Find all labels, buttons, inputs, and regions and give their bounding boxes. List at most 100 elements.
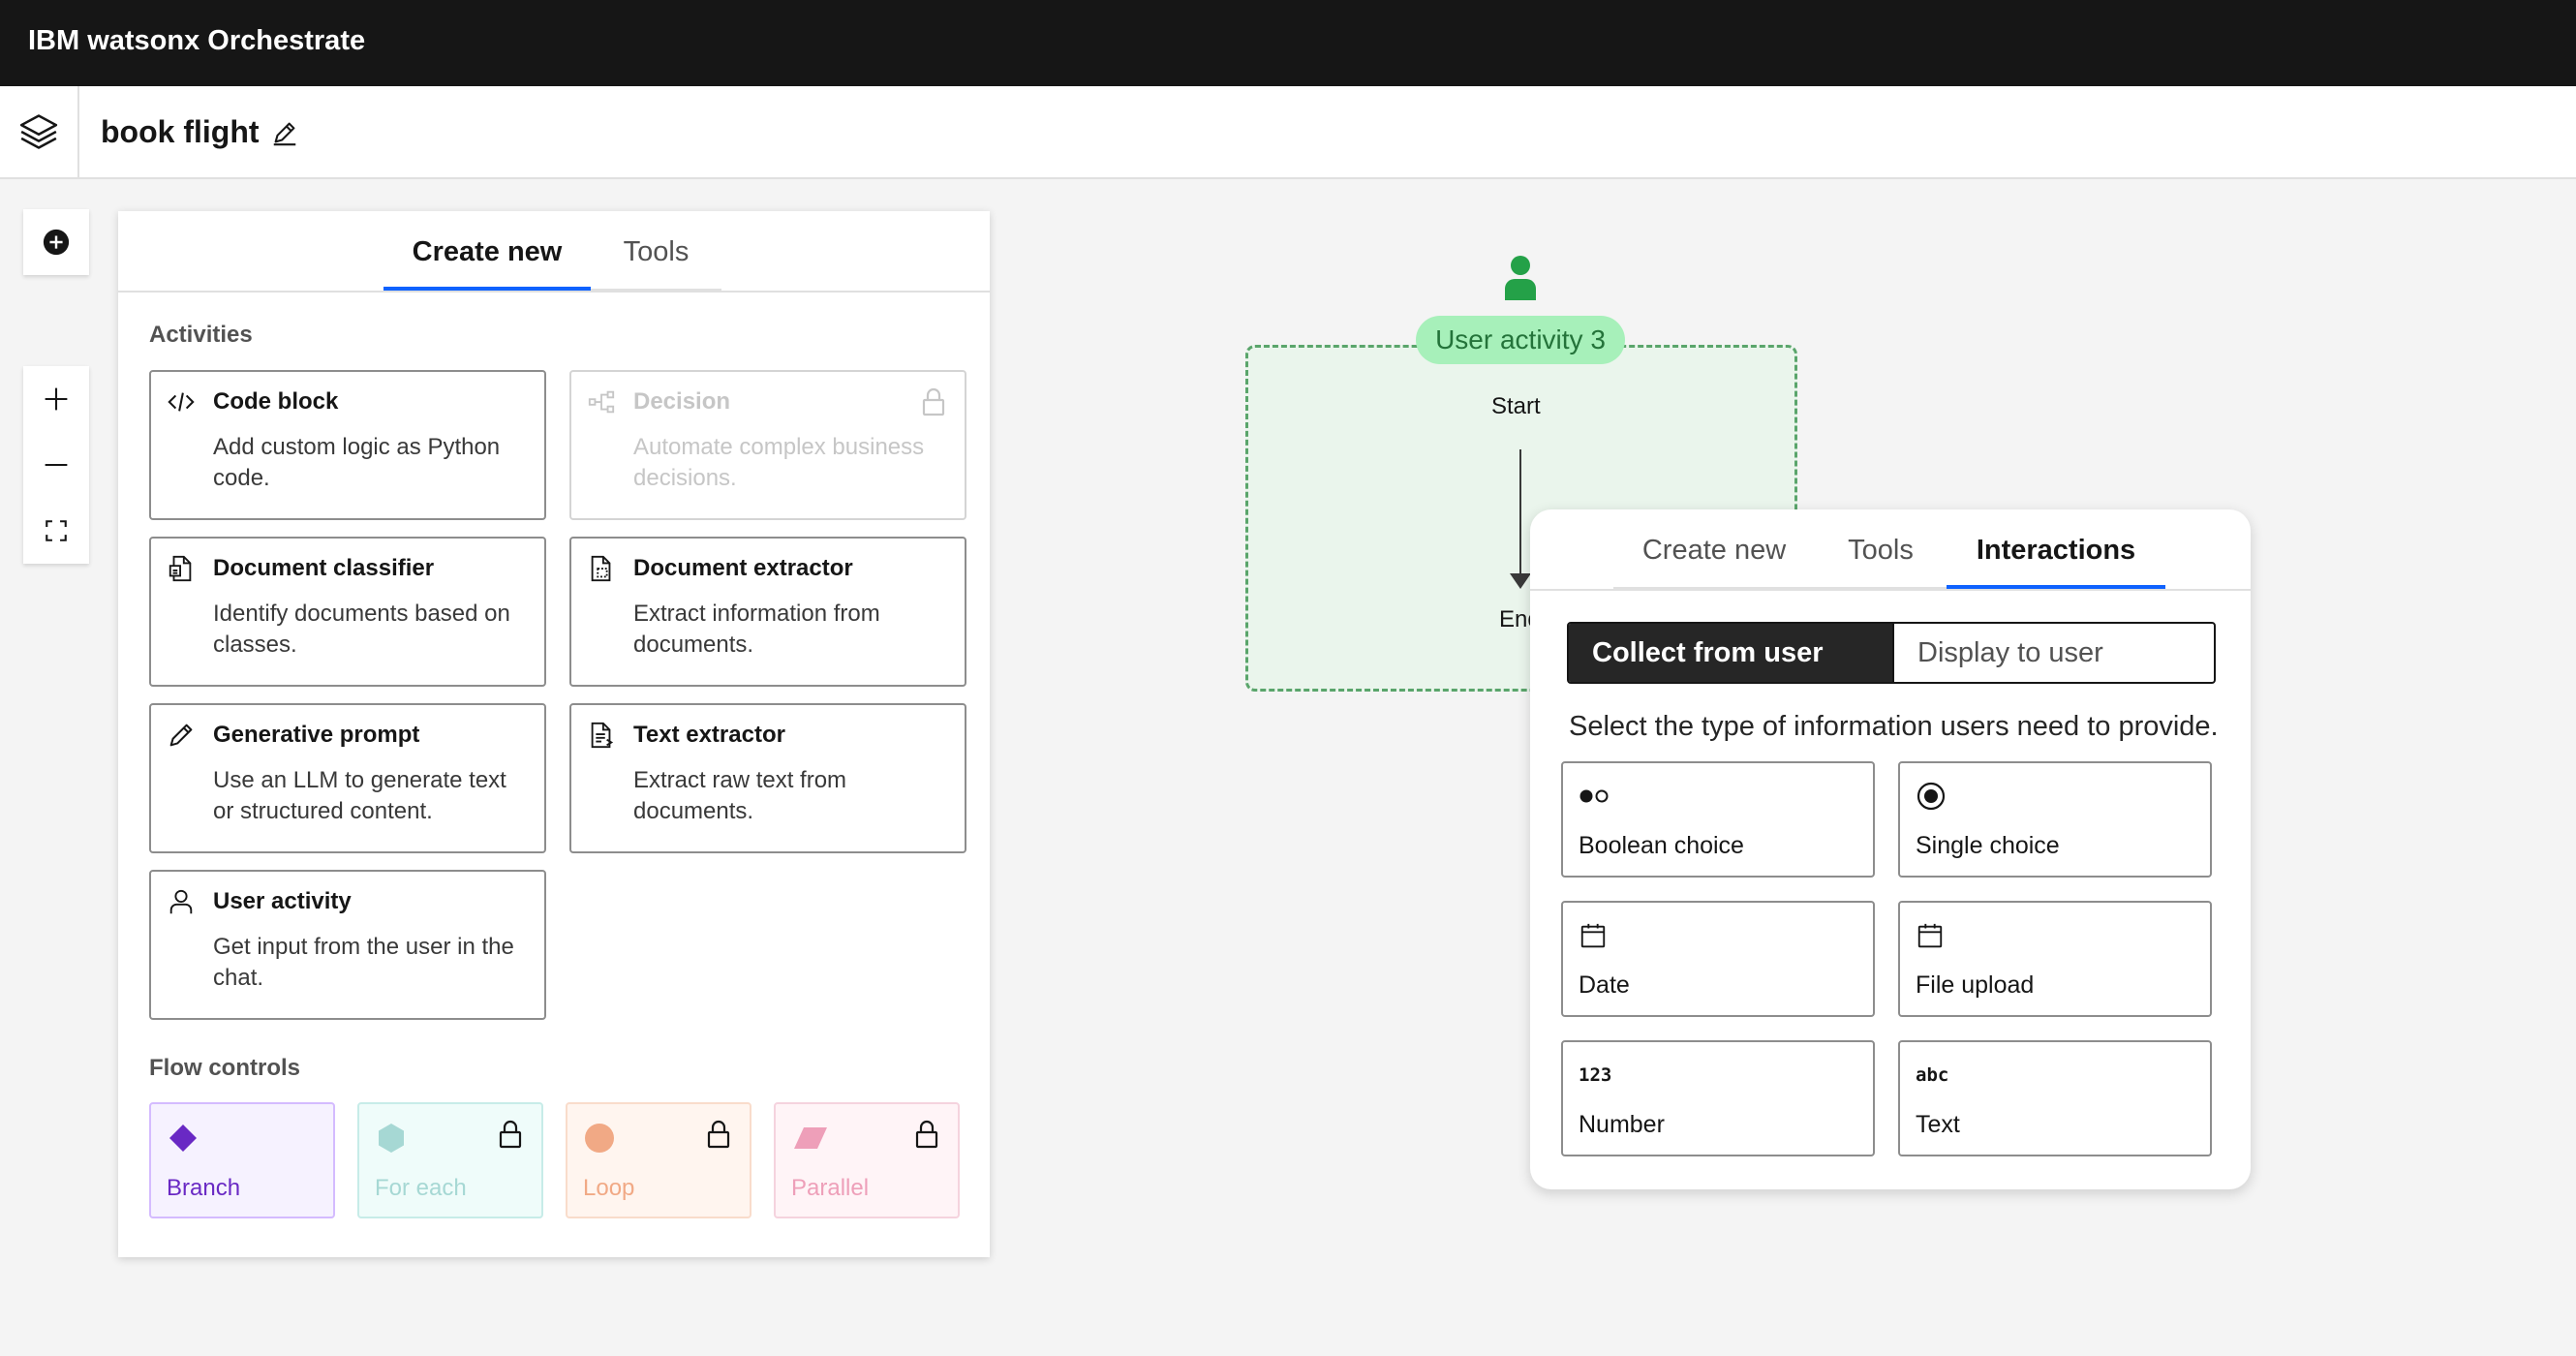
lock-icon bbox=[499, 1120, 522, 1149]
activity-card-generative-prompt[interactable]: Generative prompt Use an LLM to generate… bbox=[149, 703, 546, 853]
activity-title: Document extractor bbox=[633, 555, 853, 581]
lock-icon bbox=[915, 1120, 938, 1149]
flow-control-label: For each bbox=[375, 1175, 467, 1201]
activity-title: User activity bbox=[213, 888, 352, 914]
layers-icon bbox=[19, 114, 58, 149]
popup-divider bbox=[1530, 589, 2251, 591]
activity-description: Extract raw text from documents. bbox=[633, 767, 847, 824]
fit-screen-icon bbox=[46, 520, 67, 541]
activity-title: Document classifier bbox=[213, 555, 435, 581]
text-extractor-icon bbox=[587, 721, 616, 750]
activity-card-code-block[interactable]: Code block Add custom logic as Python co… bbox=[149, 370, 546, 520]
flow-control-label: Branch bbox=[167, 1175, 241, 1201]
option-boolean-choice[interactable]: Boolean choice bbox=[1561, 761, 1875, 878]
pencil-icon bbox=[273, 122, 296, 146]
lock-icon bbox=[922, 387, 945, 416]
option-number[interactable]: 123 Number bbox=[1561, 1040, 1875, 1156]
flow-control-branch[interactable]: Branch bbox=[149, 1102, 335, 1218]
option-single-choice[interactable]: Single choice bbox=[1898, 761, 2212, 878]
parallelogram-icon bbox=[794, 1127, 827, 1149]
text-icon: abc bbox=[1916, 1064, 1949, 1086]
activity-card-document-classifier[interactable]: Document classifier Identify documents b… bbox=[149, 537, 546, 687]
hexagon-icon bbox=[379, 1124, 404, 1153]
node-label[interactable]: User activity 3 bbox=[1416, 316, 1625, 364]
zoom-out-button[interactable] bbox=[23, 432, 89, 498]
display-to-user-option[interactable]: Display to user bbox=[1892, 624, 2214, 682]
tab-create-new[interactable]: Create new bbox=[383, 234, 591, 292]
interaction-mode-switcher: Collect from user Display to user bbox=[1567, 622, 2216, 684]
add-circle-icon bbox=[43, 229, 70, 256]
option-date[interactable]: Date bbox=[1561, 901, 1875, 1017]
minus-icon bbox=[45, 463, 68, 467]
activity-title: Generative prompt bbox=[213, 722, 420, 748]
lock-icon bbox=[707, 1120, 730, 1149]
option-label: Single choice bbox=[1916, 832, 2060, 859]
option-text[interactable]: abc Text bbox=[1898, 1040, 2212, 1156]
boolean-icon bbox=[1579, 779, 1611, 814]
user-avatar-icon bbox=[1505, 256, 1536, 300]
layers-button[interactable] bbox=[0, 86, 79, 177]
circle-icon bbox=[585, 1124, 614, 1153]
calendar-icon bbox=[1579, 918, 1611, 953]
document-extractor-icon bbox=[587, 554, 616, 583]
add-node-button[interactable] bbox=[23, 209, 89, 275]
tab-tools[interactable]: Tools bbox=[591, 234, 721, 292]
document-classifier-icon bbox=[167, 554, 196, 583]
panel-tabs: Create new Tools bbox=[383, 234, 721, 292]
user-icon bbox=[167, 887, 196, 916]
activity-description: Automate complex business decisions. bbox=[633, 434, 925, 491]
decision-icon bbox=[587, 387, 616, 416]
activity-card-user-activity[interactable]: User activity Get input from the user in… bbox=[149, 870, 546, 1020]
app-brand[interactable]: IBM watsonx Orchestrate bbox=[28, 23, 365, 58]
activity-card-text-extractor[interactable]: Text extractor Extract raw text from doc… bbox=[569, 703, 966, 853]
interactions-popup: Create new Tools Interactions Collect fr… bbox=[1530, 509, 2251, 1189]
flow-control-label: Parallel bbox=[791, 1175, 870, 1201]
option-label: Boolean choice bbox=[1579, 832, 1744, 859]
activities-label: Activities bbox=[149, 322, 253, 348]
connector-line bbox=[1519, 449, 1521, 575]
create-panel: Create new Tools Activities Code block A… bbox=[118, 211, 990, 1257]
activity-title: Code block bbox=[213, 388, 339, 415]
top-bar: IBM watsonx Orchestrate bbox=[0, 0, 2576, 86]
option-label: Number bbox=[1579, 1111, 1665, 1138]
fit-to-screen-button[interactable] bbox=[23, 498, 89, 564]
tab-tools[interactable]: Tools bbox=[1815, 533, 1947, 590]
option-label: Date bbox=[1579, 971, 1630, 999]
activity-description: Add custom logic as Python code. bbox=[213, 434, 501, 491]
collect-from-user-option[interactable]: Collect from user bbox=[1569, 624, 1892, 682]
zoom-in-button[interactable] bbox=[23, 366, 89, 432]
activity-title: Text extractor bbox=[633, 722, 785, 748]
edit-title-button[interactable] bbox=[267, 115, 302, 150]
zoom-controls bbox=[23, 366, 89, 564]
interaction-prompt: Select the type of information users nee… bbox=[1569, 711, 2219, 742]
flow-control-loop: Loop bbox=[566, 1102, 751, 1218]
tab-interactions[interactable]: Interactions bbox=[1947, 533, 2165, 590]
diamond-icon bbox=[169, 1125, 197, 1152]
option-label: File upload bbox=[1916, 971, 2035, 999]
option-file-upload[interactable]: File upload bbox=[1898, 901, 2212, 1017]
tab-create-new[interactable]: Create new bbox=[1613, 533, 1815, 590]
flow-header: book flight bbox=[0, 86, 2576, 179]
flow-title: book flight bbox=[101, 114, 260, 149]
activity-description: Get input from the user in the chat. bbox=[213, 934, 514, 991]
flow-controls-label: Flow controls bbox=[149, 1055, 300, 1081]
option-label: Text bbox=[1916, 1111, 1960, 1138]
flow-control-parallel: Parallel bbox=[774, 1102, 960, 1218]
number-icon: 123 bbox=[1579, 1064, 1612, 1086]
connector-arrow-icon bbox=[1510, 573, 1531, 589]
activity-description: Use an LLM to generate text or structure… bbox=[213, 767, 506, 824]
flow-control-label: Loop bbox=[583, 1175, 635, 1201]
activity-card-document-extractor[interactable]: Document extractor Extract information f… bbox=[569, 537, 966, 687]
activity-description: Extract information from documents. bbox=[633, 601, 880, 658]
activity-title: Decision bbox=[633, 388, 731, 415]
popup-tabs: Create new Tools Interactions bbox=[1613, 533, 2165, 590]
plus-icon bbox=[45, 387, 68, 411]
start-label: Start bbox=[1491, 393, 1541, 419]
panel-divider bbox=[118, 291, 990, 293]
flow-control-for-each: For each bbox=[357, 1102, 543, 1218]
code-icon bbox=[167, 387, 196, 416]
pencil-icon bbox=[167, 721, 196, 750]
activity-card-decision: Decision Automate complex business decis… bbox=[569, 370, 966, 520]
activity-description: Identify documents based on classes. bbox=[213, 601, 510, 658]
calendar-icon bbox=[1916, 918, 1948, 953]
